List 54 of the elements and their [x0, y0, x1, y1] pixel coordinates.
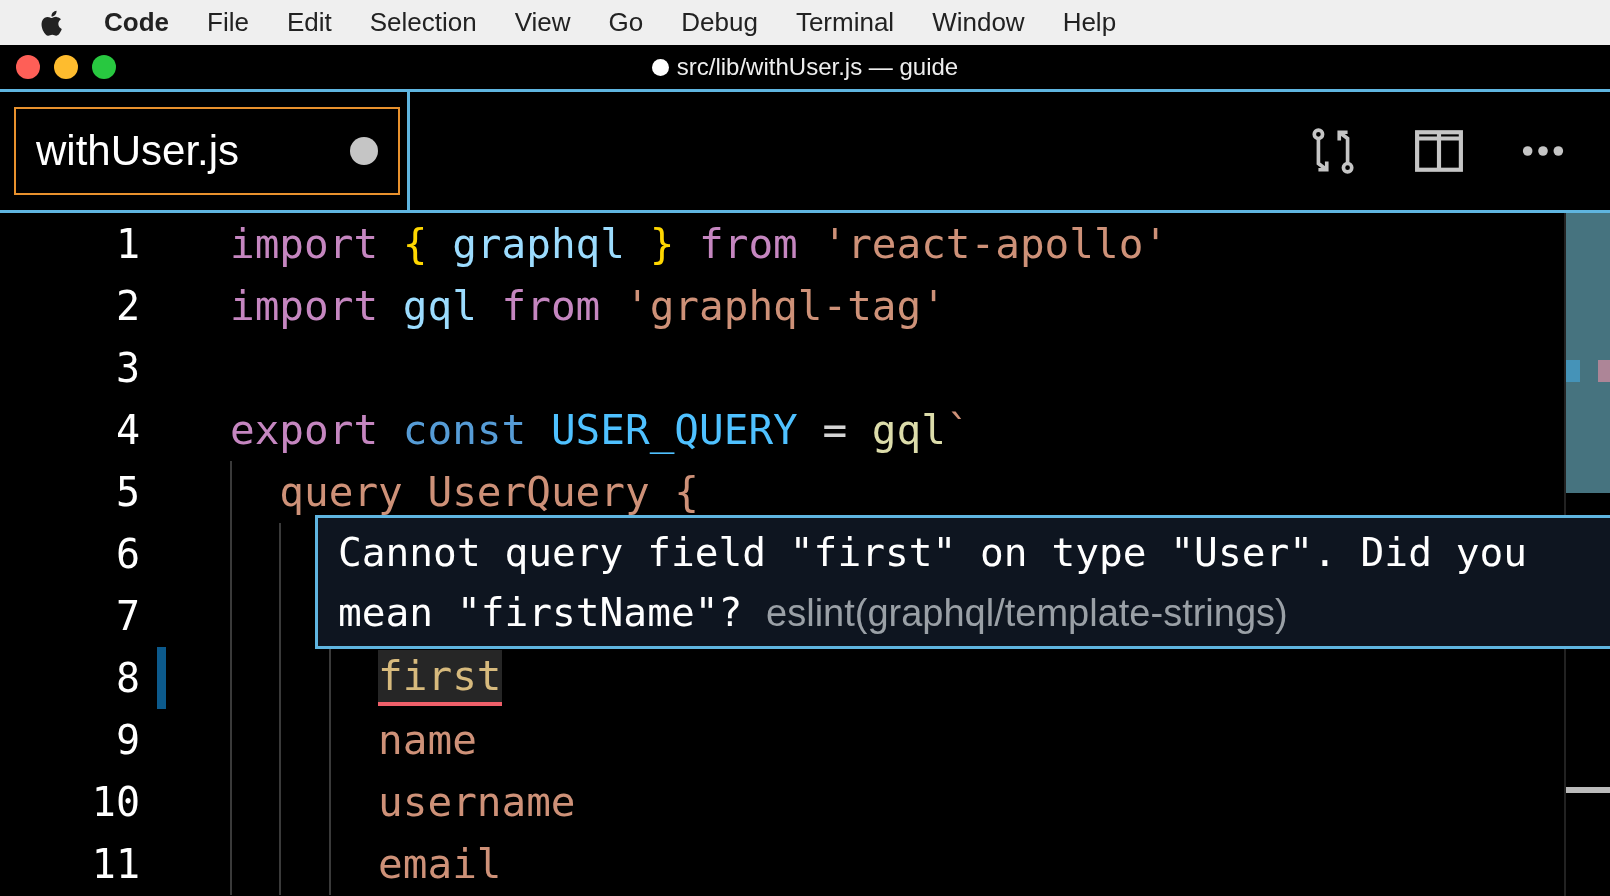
code-token: from [699, 220, 799, 268]
code-token: import [230, 282, 380, 330]
minimap-marker [1566, 360, 1580, 382]
error-message: Cannot query field "first" on type "User". Did you mean "firstName"? eslint(graphql/template-strings) [338, 528, 1529, 637]
code-token: first [378, 650, 502, 706]
code-token: ` [945, 406, 971, 454]
line-number: 10 [90, 779, 140, 825]
editor-tab[interactable]: withUser.js [14, 107, 400, 195]
code-token: { [402, 220, 429, 268]
code-token: username [378, 778, 576, 826]
code-token: = [822, 406, 849, 454]
menu-item[interactable]: Selection [369, 7, 477, 38]
menu-item[interactable]: Window [932, 7, 1025, 38]
menu-item[interactable]: Edit [286, 7, 332, 38]
code-token: 'graphql-tag' [624, 282, 946, 330]
line-number: 7 [114, 593, 140, 639]
line-number: 3 [114, 345, 140, 391]
minimap-marker [1598, 360, 1610, 382]
code-token: email [378, 840, 502, 888]
zoom-button[interactable] [92, 55, 116, 79]
code-token: 'react-apollo' [822, 220, 1169, 268]
line-number: 8 [114, 655, 140, 701]
line-number: 2 [114, 283, 140, 329]
code-token: const [402, 406, 528, 454]
line-number: 11 [90, 841, 140, 887]
minimap-slider[interactable] [1566, 213, 1610, 494]
menu-item[interactable]: Help [1062, 7, 1117, 38]
code-token: gql [402, 282, 478, 330]
menu-item[interactable]: Terminal [795, 7, 895, 38]
code-token: graphql [452, 220, 626, 268]
line-number: 5 [114, 469, 140, 515]
code-token: export [230, 406, 380, 454]
code-token: USER_QUERY [550, 406, 799, 454]
close-button[interactable] [16, 55, 40, 79]
code-token: import [230, 220, 380, 268]
line-number: 4 [114, 407, 140, 453]
scrollbar-marker [1566, 787, 1610, 793]
code-token: query UserQuery { [279, 468, 699, 516]
menu-item[interactable]: File [207, 7, 249, 38]
window-title: src/lib/withUser.js — guide [676, 53, 959, 81]
code-token: from [501, 282, 602, 330]
more-icon[interactable] [1520, 143, 1566, 159]
code-token: } [649, 220, 676, 268]
menu-item[interactable]: View [514, 7, 571, 38]
line-number: 9 [114, 717, 140, 763]
code-token: name [378, 716, 477, 764]
menu-item[interactable]: Go [608, 7, 644, 38]
line-number: 6 [114, 531, 140, 577]
code-token: gql [871, 406, 946, 454]
menu-item[interactable]: Debug [681, 7, 758, 38]
line-number: 1 [114, 221, 140, 267]
app-menu[interactable]: Code [104, 7, 169, 38]
minimize-button[interactable] [54, 55, 78, 79]
unsaved-dot-icon[interactable] [350, 137, 378, 165]
